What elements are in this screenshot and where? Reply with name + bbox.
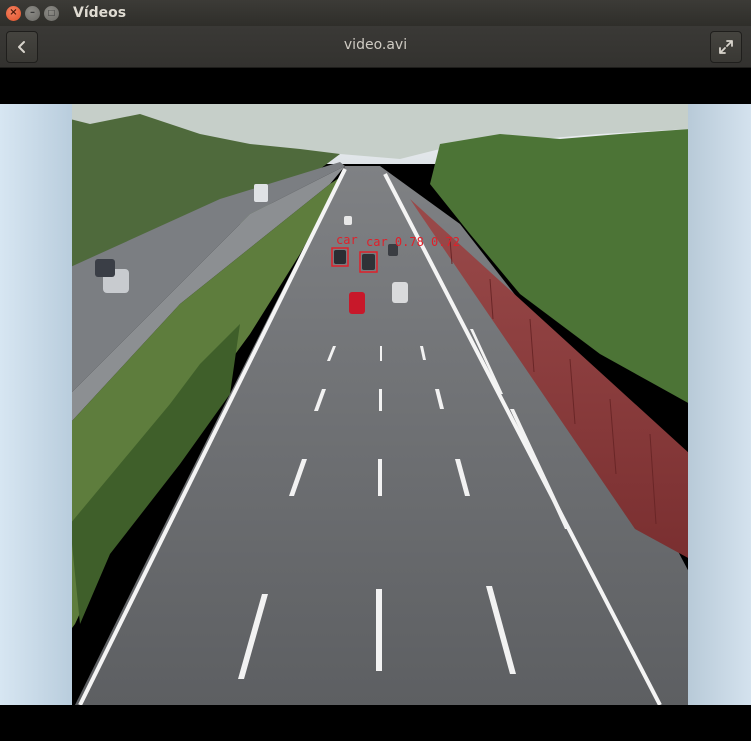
video-player-area[interactable]: car car 0.78 0.72	[0, 69, 751, 741]
fullscreen-expand-icon	[719, 40, 733, 54]
window-maximize-button[interactable]: □	[44, 5, 59, 21]
minimize-icon: –	[30, 7, 35, 18]
oncoming-truck	[254, 184, 268, 202]
window-close-button[interactable]: ×	[6, 5, 21, 21]
white-car	[392, 282, 408, 303]
fullscreen-button[interactable]	[710, 31, 742, 63]
detection-label-2: car 0.78 0.72	[366, 235, 460, 249]
distant-car-white	[344, 216, 352, 225]
close-icon: ×	[9, 7, 18, 18]
left-bridge-pillar	[0, 104, 72, 705]
window-minimize-button[interactable]: –	[25, 5, 40, 21]
right-bridge-pillar	[688, 104, 751, 705]
dark-car-center	[362, 254, 375, 270]
app-title: Vídeos	[73, 5, 127, 21]
detection-label-1: car	[336, 233, 358, 247]
oncoming-car-2	[95, 259, 115, 277]
dark-car-left	[334, 250, 346, 264]
header-bar: video.avi	[0, 26, 751, 68]
video-file-title: video.avi	[343, 37, 408, 53]
maximize-icon: □	[47, 8, 56, 17]
red-car	[349, 292, 365, 314]
video-frame[interactable]: car car 0.78 0.72	[0, 104, 751, 705]
window-titlebar: × – □ Vídeos	[0, 0, 751, 26]
